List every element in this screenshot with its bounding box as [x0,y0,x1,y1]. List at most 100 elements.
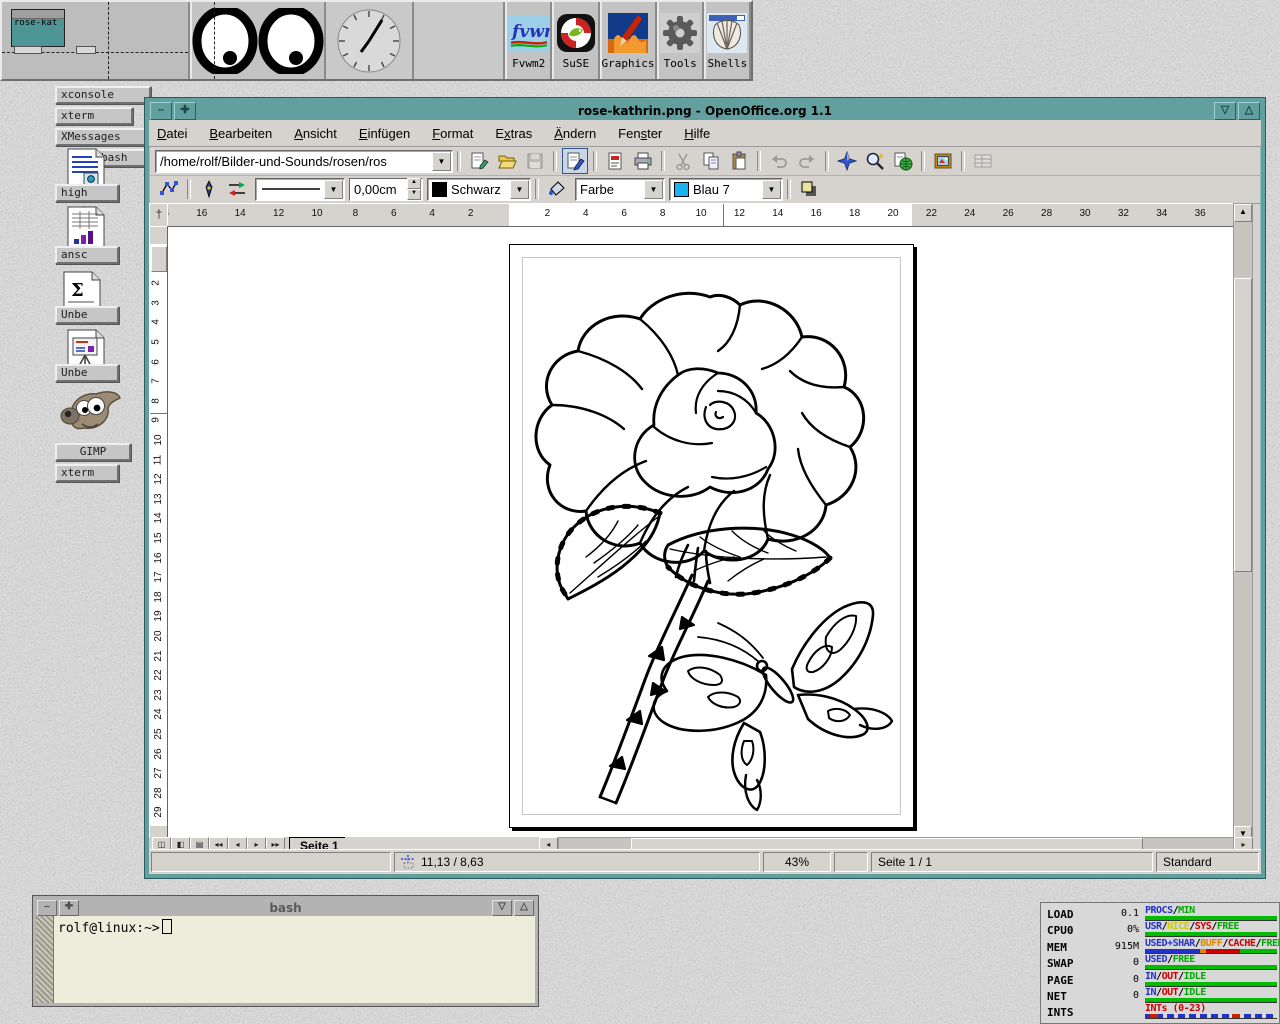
terminal-scrollbar[interactable] [36,916,54,1003]
status-page-segment[interactable]: Seite 1 / 1 [871,852,1153,872]
iconified-unbenannt-3[interactable]: Unbe [55,364,119,382]
save-document-icon[interactable] [522,148,548,174]
vruler-tick: 3 [150,300,161,306]
hyperlink-icon[interactable] [890,148,916,174]
line-style-combobox[interactable]: ▼ [255,178,345,201]
paste-icon[interactable] [726,148,752,174]
terminal-iconify-button[interactable]: ▽ [492,900,512,916]
pager-mini-terminal[interactable] [14,46,42,54]
vruler-tick: 18 [153,591,164,602]
cut-icon[interactable] [670,148,696,174]
vertical-ruler[interactable]: 1234567891011121314151617181920212223242… [149,226,169,839]
svg-text:Σ: Σ [71,280,84,301]
ruler-origin-box[interactable]: † [149,203,169,227]
launcher-graphics[interactable]: Graphics [600,2,657,79]
shadow-icon[interactable] [796,176,822,202]
virtual-desktop-pager[interactable]: rose-kat [2,2,190,79]
gallery-icon[interactable] [930,148,956,174]
line-width-spinner[interactable]: 0,00cm ▲▼ [349,178,423,201]
print-icon[interactable] [630,148,656,174]
menu-fenster[interactable]: Fenster [618,126,662,141]
pager-mini-window[interactable]: rose-kat [11,9,65,47]
line-ends-icon[interactable] [224,176,250,202]
terminal-screen[interactable]: rolf@linux:~> [54,916,535,1003]
monitor-bar [1145,982,1277,987]
menu-hilfe[interactable]: Hilfe [684,126,710,141]
monitor-row-load: LOAD0.1PROCS/MIN [1045,905,1275,921]
hruler-tick: 30 [1079,208,1090,219]
load-url-value[interactable]: /home/rolf/Bilder-und-Sounds/rosen/ros [156,154,431,169]
copy-icon[interactable] [698,148,724,174]
fill-style-dropdown-button[interactable]: ▼ [644,180,663,199]
fill-style-value[interactable]: Farbe [576,182,643,197]
terminal-menu-button[interactable]: – [37,900,57,916]
status-zoom-segment[interactable]: 43% [763,852,831,872]
status-style-segment[interactable]: Standard [1156,852,1259,872]
edit-points-icon[interactable] [156,176,182,202]
menu-einfgen[interactable]: Einfügen [359,126,410,141]
menu-bearbeiten[interactable]: Bearbeiten [209,126,272,141]
menu-datei[interactable]: Datei [157,126,187,141]
load-url-combobox[interactable]: /home/rolf/Bilder-und-Sounds/rosen/ros ▼ [155,150,453,173]
terminal-titlebar[interactable]: – ✚ bash ▽ △ [36,899,535,916]
undo-icon[interactable] [766,148,792,174]
launcher-suse[interactable]: SuSE [552,2,599,79]
vertical-scroll-thumb[interactable] [1234,278,1252,572]
horizontal-ruler[interactable]: 1816141210864224681012141618202224262830… [167,203,1241,227]
iconified-high[interactable]: high [55,184,119,202]
iconified-gimp[interactable]: GIMP [55,443,131,461]
fill-style-icon[interactable] [544,176,570,202]
datasource-icon[interactable] [970,148,996,174]
window-resize-button[interactable]: ✚ [174,102,196,120]
launcher-shells[interactable]: Shells [704,2,751,79]
line-color-value[interactable]: Schwarz [447,182,509,197]
iconified-xterm-2[interactable]: xterm [55,464,119,482]
fill-style-combobox[interactable]: Farbe ▼ [575,178,665,201]
status-position-segment[interactable]: 11,13 / 8,63 [394,852,760,872]
window-iconify-button[interactable]: ▽ [1214,102,1236,120]
scroll-up-button[interactable]: ▲ [1234,204,1252,222]
line-width-value[interactable]: 0,00cm [350,182,407,197]
navigator-icon[interactable] [834,148,860,174]
open-document-icon[interactable] [494,148,520,174]
fill-color-value[interactable]: Blau 7 [689,182,761,197]
url-dropdown-button[interactable]: ▼ [432,152,451,171]
edit-file-icon[interactable] [562,148,588,174]
iconified-unbenannt-2[interactable]: Unbe [55,306,119,324]
iconified-xmessages[interactable]: XMessages [55,128,159,146]
iconified-xconsole[interactable]: xconsole [55,86,151,104]
pen-style-icon[interactable] [196,176,222,202]
vertical-scrollbar[interactable]: ▲ ▼ [1233,203,1253,845]
line-style-dropdown-button[interactable]: ▼ [324,180,343,199]
menu-ansicht[interactable]: Ansicht [294,126,337,141]
line-width-up-button[interactable]: ▲ [407,178,421,189]
rose-coloring-drawing[interactable] [510,245,913,827]
openoffice-titlebar[interactable]: – ✚ rose-kathrin.png - OpenOffice.org 1.… [149,102,1261,120]
fill-color-combobox[interactable]: Blau 7 ▼ [669,178,783,201]
iconified-xterm[interactable]: xterm [55,107,133,125]
terminal-maximize-button[interactable]: △ [514,900,534,916]
new-document-icon[interactable] [466,148,492,174]
menu-extras[interactable]: Extras [495,126,532,141]
launcher-tools[interactable]: Tools [657,2,704,79]
export-pdf-icon[interactable] [602,148,628,174]
terminal-resize-button[interactable]: ✚ [59,900,79,916]
redo-icon[interactable] [794,148,820,174]
position-crosshair-icon [401,855,415,869]
iconified-unbenannt-1[interactable]: ansc [55,246,119,264]
window-maximize-button[interactable]: △ [1238,102,1260,120]
zoom-icon[interactable] [862,148,888,174]
line-color-dropdown-button[interactable]: ▼ [510,180,529,199]
window-menu-button[interactable]: – [150,102,172,120]
menu-ndern[interactable]: Ändern [554,126,596,141]
gimp-wilber-icon[interactable] [58,382,124,441]
launcher-fvwm2[interactable]: fvwm Fvwm2 [505,2,552,79]
pager-mini-monitor[interactable] [76,46,96,54]
line-width-down-button[interactable]: ▼ [407,189,421,200]
menu-format[interactable]: Format [432,126,473,141]
line-color-combobox[interactable]: Schwarz ▼ [427,178,531,201]
document-page[interactable] [509,244,914,828]
drawing-canvas[interactable] [167,226,1241,839]
monitor-row-cpu0: CPU00%USR/NICE/SYS/FREE [1045,921,1275,937]
fill-color-dropdown-button[interactable]: ▼ [762,180,781,199]
